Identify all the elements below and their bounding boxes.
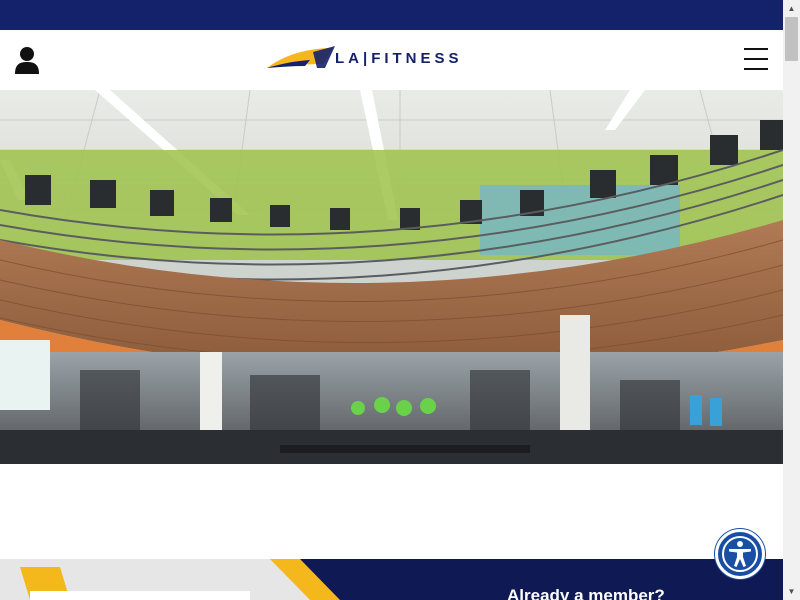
user-icon[interactable] — [14, 46, 40, 76]
member-banner: Already a member? — [0, 559, 783, 600]
hamburger-menu-icon[interactable] — [744, 48, 768, 70]
vertical-scrollbar[interactable]: ▲ ▼ — [783, 0, 800, 600]
scroll-up-arrow-icon[interactable]: ▲ — [783, 0, 800, 17]
top-bar — [0, 0, 783, 30]
scrollbar-thumb[interactable] — [785, 17, 798, 61]
accessibility-icon[interactable] — [715, 529, 765, 579]
page: LA|FITNESS Already a member? — [0, 0, 783, 600]
site-header: LA|FITNESS — [0, 30, 783, 91]
member-heading: Already a member? — [507, 586, 665, 600]
la-fitness-logo[interactable]: LA|FITNESS — [265, 44, 490, 76]
logo-wordmark: LA|FITNESS — [335, 50, 463, 67]
scroll-down-arrow-icon[interactable]: ▼ — [783, 583, 800, 600]
hero-gym-image — [0, 90, 783, 464]
